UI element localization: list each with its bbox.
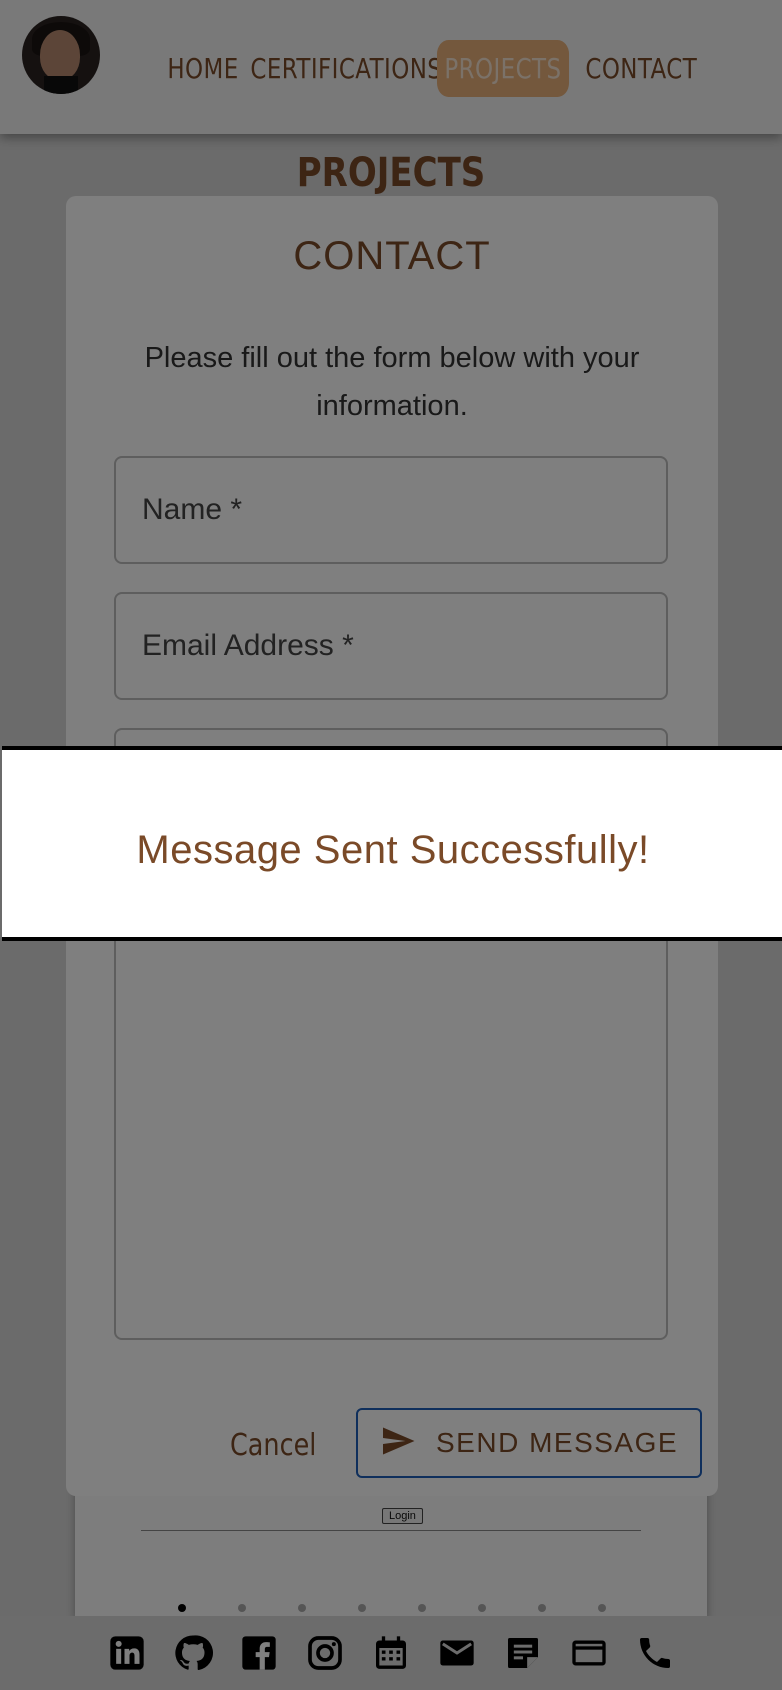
- success-toast: Message Sent Successfully!: [2, 746, 782, 941]
- toast-message: Message Sent Successfully!: [136, 828, 650, 872]
